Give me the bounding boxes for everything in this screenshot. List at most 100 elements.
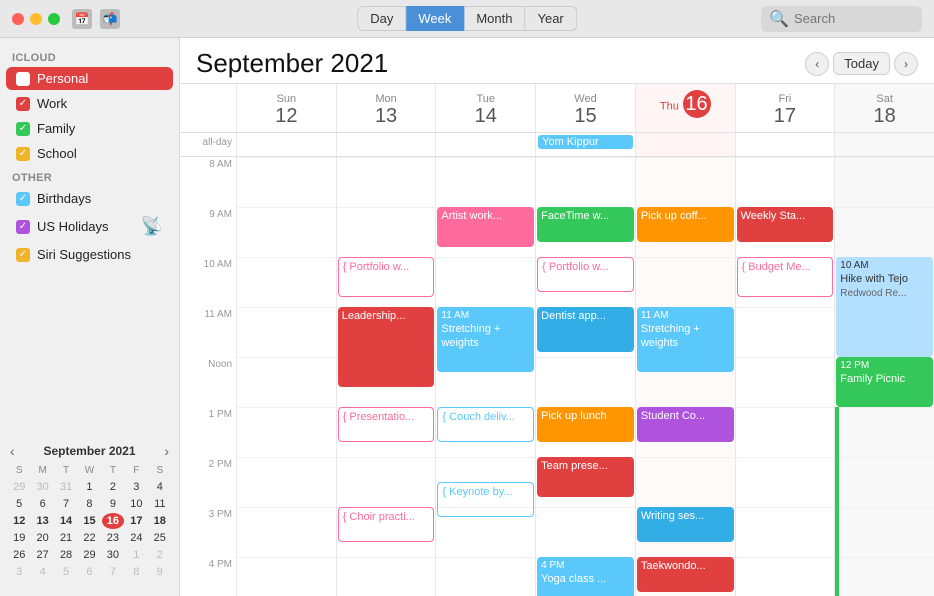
event-tue-stretching[interactable]: 11 AM Stretching + weights [437, 307, 534, 372]
inbox-icon[interactable]: 📬 [100, 9, 120, 29]
mini-day-16[interactable]: 16 [102, 513, 124, 529]
mini-cal-next[interactable]: › [164, 443, 169, 459]
mini-day[interactable]: 23 [102, 530, 124, 546]
mini-day[interactable]: 2 [149, 547, 171, 563]
search-input[interactable] [794, 11, 914, 26]
mini-day[interactable]: 26 [8, 547, 30, 563]
close-button[interactable] [12, 13, 24, 25]
mini-day[interactable]: 1 [125, 547, 147, 563]
mini-day-13[interactable]: 13 [31, 513, 53, 529]
nav-year[interactable]: Year [525, 6, 576, 31]
yom-kippur-event[interactable]: Yom Kippur [538, 135, 633, 149]
sidebar-item-birthdays[interactable]: ✓ Birthdays [6, 187, 173, 210]
event-mon-presentation[interactable]: { Presentatio... [338, 407, 435, 442]
mini-cal-prev[interactable]: ‹ [10, 443, 15, 459]
event-wed-portfolio[interactable]: { Portfolio w... [537, 257, 634, 292]
mini-day[interactable]: 8 [125, 564, 147, 580]
mini-day-12[interactable]: 12 [8, 513, 30, 529]
calendar-header: September 2021 ‹ Today › [180, 38, 934, 84]
event-mon-portfolio[interactable]: { Portfolio w... [338, 257, 435, 297]
mini-day[interactable]: 9 [149, 564, 171, 580]
today-button[interactable]: Today [833, 52, 890, 75]
event-thu-taekwondo[interactable]: Taekwondo... [637, 557, 734, 592]
event-tue-keynote[interactable]: { Keynote by... [437, 482, 534, 517]
event-thu-student[interactable]: Student Co... [637, 407, 734, 442]
mini-day[interactable]: 11 [149, 496, 171, 512]
event-fri-weekly[interactable]: Weekly Sta... [737, 207, 834, 242]
event-wed-yoga[interactable]: 4 PM Yoga class ... [537, 557, 634, 596]
mini-day[interactable]: 31 [55, 479, 77, 495]
search-bar[interactable]: 🔍 [761, 6, 922, 32]
nav-month[interactable]: Month [464, 6, 525, 31]
mini-day[interactable]: 19 [8, 530, 30, 546]
mini-day[interactable]: 28 [55, 547, 77, 563]
mini-day[interactable]: 21 [55, 530, 77, 546]
event-thu-pickup-coffee[interactable]: Pick up coff... [637, 207, 734, 242]
mini-day[interactable]: 22 [78, 530, 100, 546]
event-thu-writing[interactable]: Writing ses... [637, 507, 734, 542]
mini-day[interactable]: 7 [55, 496, 77, 512]
nav-week[interactable]: Week [406, 6, 464, 31]
nav-day[interactable]: Day [357, 6, 406, 31]
calendar-icon[interactable]: 📅 [72, 9, 92, 29]
sidebar-item-usholidays[interactable]: ✓ US Holidays 📡 [6, 212, 173, 241]
event-tue-couch[interactable]: { Couch deliv... [437, 407, 534, 442]
event-tue-artist[interactable]: Artist work... [437, 207, 534, 247]
mini-day[interactable]: 20 [31, 530, 53, 546]
maximize-button[interactable] [48, 13, 60, 25]
event-mon-leadership[interactable]: Leadership... [338, 307, 435, 387]
day-header-fri: Fri 17 [735, 84, 835, 132]
personal-checkbox: ✓ [16, 72, 30, 86]
day-col-sun [236, 157, 336, 596]
mini-day[interactable]: 25 [149, 530, 171, 546]
day-header-w: W [78, 463, 100, 478]
event-mon-choir[interactable]: { Choir practi... [338, 507, 435, 542]
mini-day[interactable]: 9 [102, 496, 124, 512]
event-wed-pickup-lunch[interactable]: Pick up lunch [537, 407, 634, 442]
mini-day[interactable]: 27 [31, 547, 53, 563]
sidebar-item-work[interactable]: ✓ Work [6, 92, 173, 115]
mini-day[interactable]: 8 [78, 496, 100, 512]
mini-day[interactable]: 2 [102, 479, 124, 495]
mini-day[interactable]: 24 [125, 530, 147, 546]
mini-day[interactable]: 4 [149, 479, 171, 495]
day-header-tue: Tue 14 [435, 84, 535, 132]
event-sat-hike[interactable]: 10 AM Hike with Tejo Redwood Re... [836, 257, 933, 357]
mini-day[interactable]: 5 [8, 496, 30, 512]
mini-day[interactable]: 6 [78, 564, 100, 580]
prev-week-button[interactable]: ‹ [805, 52, 829, 76]
sidebar-item-school[interactable]: ✓ School [6, 142, 173, 165]
mini-day[interactable]: 6 [31, 496, 53, 512]
event-label: Family Picnic [840, 373, 905, 385]
mini-day-18[interactable]: 18 [149, 513, 171, 529]
mini-day[interactable]: 5 [55, 564, 77, 580]
minimize-button[interactable] [30, 13, 42, 25]
next-week-button[interactable]: › [894, 52, 918, 76]
family-label: Family [37, 121, 75, 136]
mini-day[interactable]: 29 [78, 547, 100, 563]
sidebar-item-siri[interactable]: ✓ Siri Suggestions [6, 243, 173, 266]
mini-day[interactable]: 29 [8, 479, 30, 495]
day-header-thu[interactable]: Thu 16 [635, 84, 735, 132]
day-col-mon: { Portfolio w... Leadership... { Present… [336, 157, 436, 596]
event-wed-facetime[interactable]: FaceTime w... [537, 207, 634, 242]
mini-day[interactable]: 3 [8, 564, 30, 580]
event-thu-stretching[interactable]: 11 AM Stretching + weights [637, 307, 734, 372]
event-wed-dentist[interactable]: Dentist app... [537, 307, 634, 352]
event-wed-team[interactable]: Team prese... [537, 457, 634, 497]
mini-day-17[interactable]: 17 [125, 513, 147, 529]
mini-day-15[interactable]: 15 [78, 513, 100, 529]
mini-day[interactable]: 10 [125, 496, 147, 512]
event-sat-picnic[interactable]: 12 PM Family Picnic [836, 357, 933, 407]
mini-day[interactable]: 30 [31, 479, 53, 495]
mini-day[interactable]: 7 [102, 564, 124, 580]
sidebar-item-family[interactable]: ✓ Family [6, 117, 173, 140]
mini-day[interactable]: 1 [78, 479, 100, 495]
mini-day[interactable]: 30 [102, 547, 124, 563]
event-fri-budget[interactable]: { Budget Me... [737, 257, 834, 297]
mini-day-14[interactable]: 14 [55, 513, 77, 529]
mini-day[interactable]: 4 [31, 564, 53, 580]
event-label: Weekly Sta... [741, 210, 806, 222]
sidebar-item-personal[interactable]: ✓ Personal [6, 67, 173, 90]
mini-day[interactable]: 3 [125, 479, 147, 495]
